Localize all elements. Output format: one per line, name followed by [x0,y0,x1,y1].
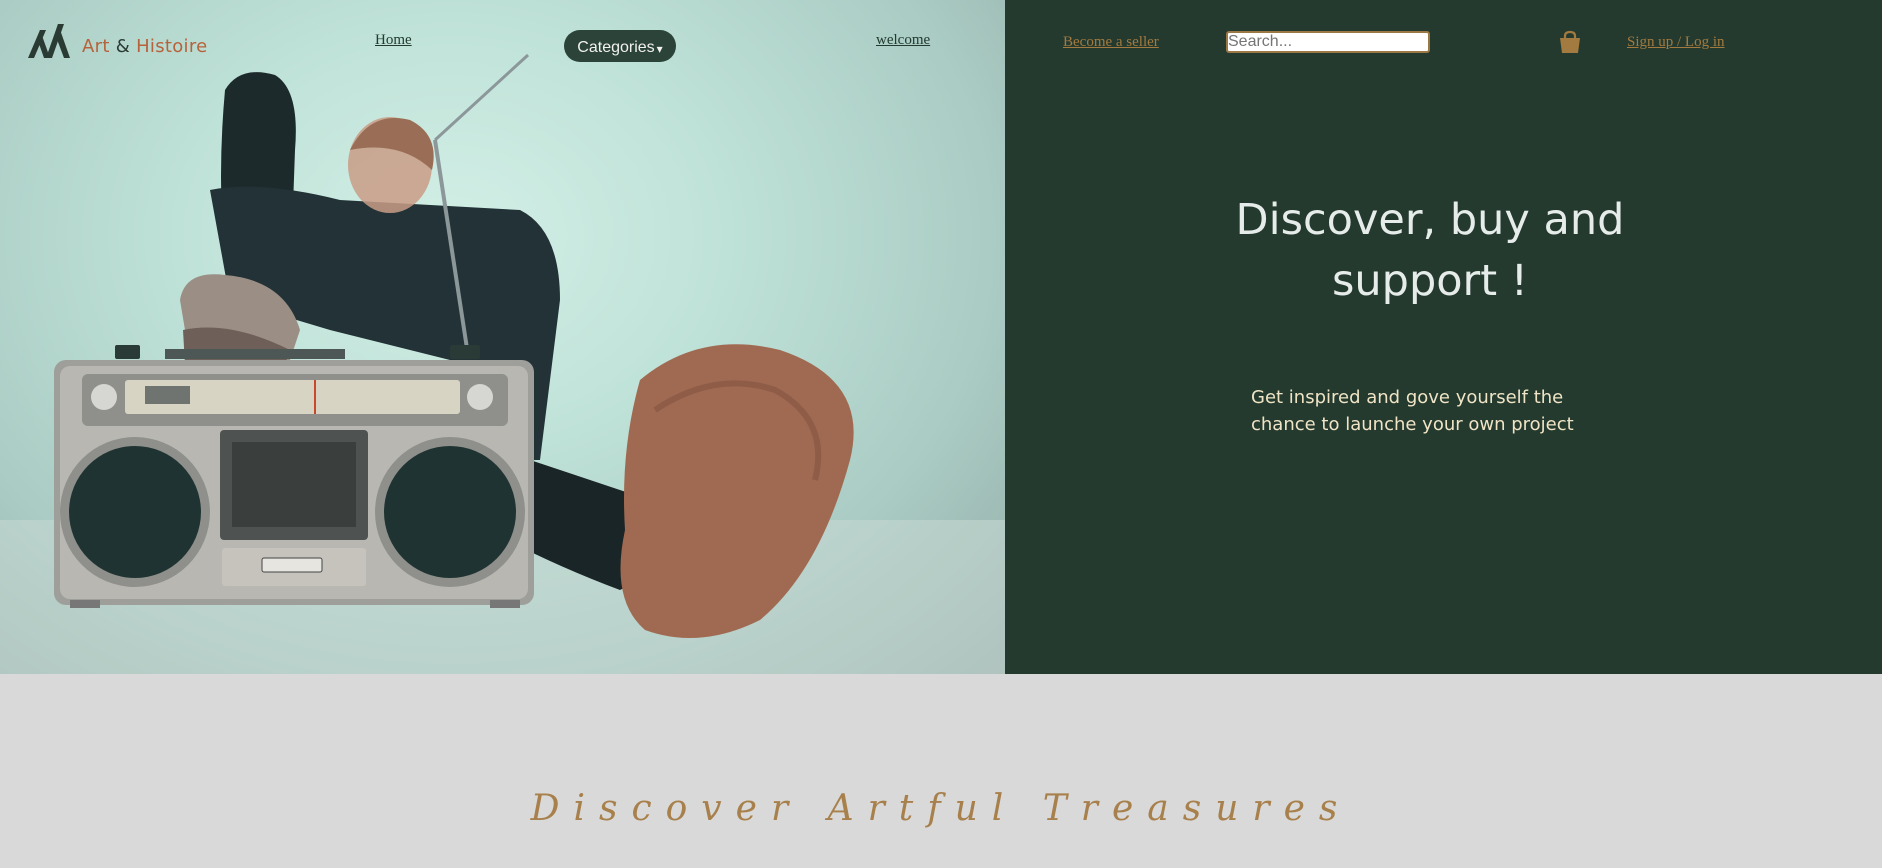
logo[interactable]: Art & Histoire [26,22,208,62]
nav-home-link[interactable]: Home [375,32,412,49]
become-seller-link[interactable]: Become a seller [1063,34,1159,51]
hero-panel [1005,0,1882,674]
boombox-photo [0,53,1005,674]
section-title: Discover Artful Treasures [530,788,1352,829]
hero-title: Discover, buy and support ! [1235,195,1625,306]
nav-welcome-link[interactable]: welcome [876,32,930,49]
logo-mark-icon [28,24,70,58]
search-input[interactable] [1226,31,1430,53]
categories-dropdown-button[interactable]: Categories ▾ [564,30,676,62]
hero-subtitle: Get inspired and gove yourself the chanc… [1251,387,1574,435]
categories-label: Categories [577,39,655,56]
signup-login-link[interactable]: Sign up / Log in [1627,34,1725,51]
chevron-down-icon: ▾ [656,42,663,56]
hero-photo [0,0,1005,674]
logo-text: Art & Histoire [82,35,208,57]
top-nav: Art & Histoire Home Categories ▾ welcome … [0,0,1882,90]
shopping-bag-icon[interactable] [1558,30,1582,54]
